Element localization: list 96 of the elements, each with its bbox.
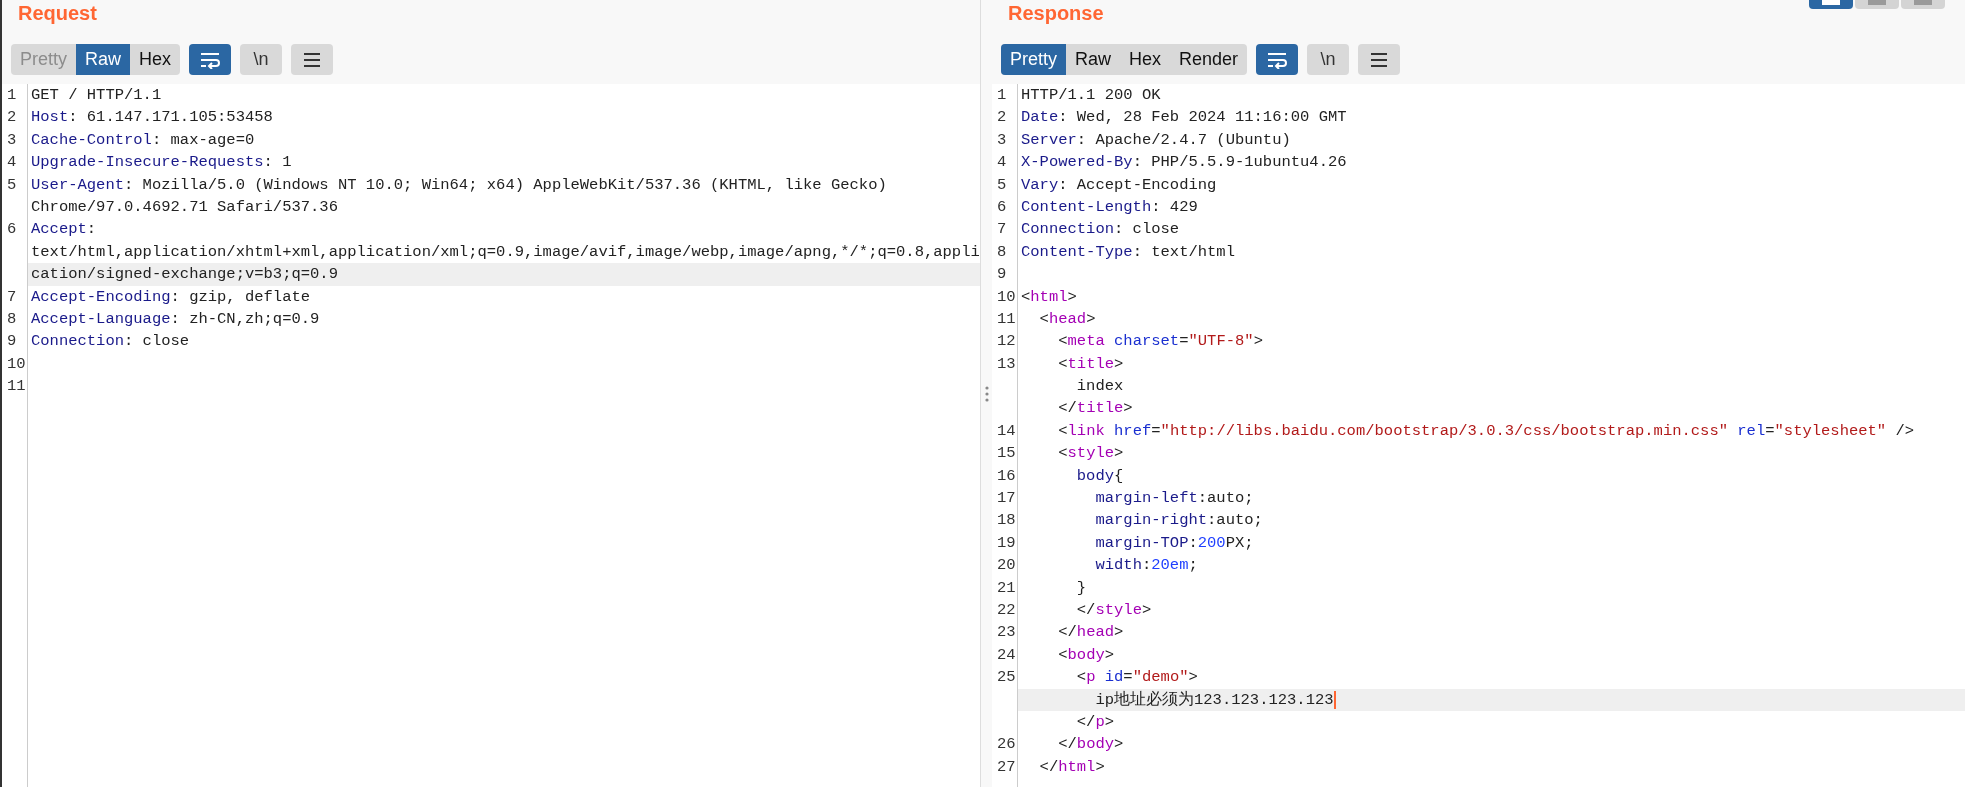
line-number: 18: [997, 510, 1017, 532]
code-line: index: [1075, 376, 1124, 398]
line-number: 8: [997, 241, 1008, 263]
code-line: </body>: [1057, 734, 1124, 756]
line-number: 27: [997, 756, 1017, 778]
code-line: Accept-Language: zh-CN,zh;q=0.9: [31, 308, 320, 330]
code-line: </p>: [1075, 711, 1115, 733]
line-number: 1: [997, 85, 1008, 106]
line-number: 2: [997, 107, 1008, 129]
code-line: Chrome/97.0.4692.71 Safari/537.36: [31, 196, 338, 218]
newline-button[interactable]: \n: [1307, 44, 1350, 75]
code-line: <body>: [1057, 644, 1115, 666]
code-line: <title>: [1057, 353, 1124, 375]
line-number: 6: [997, 196, 1008, 218]
panel-title: Request: [17, 1, 98, 26]
line-number: 9: [7, 331, 18, 353]
line-number: 7: [997, 219, 1008, 241]
code-line: Connection: close: [31, 331, 190, 353]
code-line: }: [1075, 577, 1087, 599]
line-number: 10: [7, 353, 27, 375]
line-number: 21: [997, 577, 1017, 599]
line-number: 13: [997, 353, 1017, 375]
line-number: 6: [7, 219, 18, 241]
code-line: Host: 61.147.171.105:53458: [31, 107, 273, 129]
code-line: User-Agent: Mozilla/5.0 (Windows NT 10.0; Win64; x64) AppleWebKit/537.36 (KHTML, like Gecko): [31, 174, 887, 196]
code-line: Server: Apache/2.4.7 (Ubuntu): [1021, 129, 1291, 151]
view-tab[interactable]: Hex: [130, 44, 181, 75]
line-number: 5: [7, 174, 18, 196]
code-line: <meta charset="UTF-8">: [1057, 331, 1263, 353]
code-line: Content-Length: 429: [1021, 196, 1198, 218]
code-line: width:20em;: [1094, 555, 1198, 577]
code-line: body{: [1075, 465, 1124, 487]
code-line: <head>: [1038, 308, 1096, 330]
line-number: 2: [7, 107, 18, 129]
code-line: <p id="demo">: [1075, 667, 1198, 689]
line-number: 8: [7, 308, 18, 330]
drag-handle-icon[interactable]: [984, 385, 989, 402]
code-line: ip地址必须为123.123.123.123: [1094, 689, 1334, 711]
code-line: GET / HTTP/1.1: [31, 85, 162, 106]
line-number: 3: [997, 129, 1008, 151]
line-number: 4: [7, 152, 18, 174]
code-line: </head>: [1057, 622, 1124, 644]
line-number: 15: [997, 443, 1017, 465]
view-tab[interactable]: Pretty: [1001, 44, 1066, 75]
code-line: </style>: [1075, 600, 1152, 621]
menu-button[interactable]: [291, 44, 334, 75]
line-number: 19: [997, 532, 1017, 554]
newline-button[interactable]: \n: [240, 44, 283, 75]
line-number: 3: [7, 129, 18, 151]
code-line: margin-TOP:200PX;: [1094, 532, 1254, 554]
layout-button[interactable]: [1809, 0, 1853, 9]
code-line: Connection: close: [1021, 219, 1180, 241]
line-number: 7: [7, 286, 18, 308]
line-number: 1: [7, 85, 18, 106]
line-number: 9: [997, 264, 1008, 286]
line-number: 17: [997, 488, 1017, 510]
code-line: <link href="http://libs.baidu.com/bootstrap/3.0.3/css/bootstrap.min.css" rel="stylesheet" />: [1057, 420, 1915, 442]
panel-title: Response: [1007, 1, 1105, 26]
code-line: margin-right:auto;: [1094, 510, 1263, 532]
line-number: 24: [997, 644, 1017, 666]
code-line: </html>: [1038, 756, 1105, 778]
line-number: 26: [997, 734, 1017, 756]
code-line: HTTP/1.1 200 OK: [1021, 85, 1161, 106]
view-tab[interactable]: Raw: [1066, 44, 1121, 75]
code-line: Vary: Accept-Encoding: [1021, 174, 1217, 196]
code-line: X-Powered-By: PHP/5.5.9-1ubuntu4.26: [1021, 152, 1347, 174]
code-line: Content-Type: text/html: [1021, 241, 1235, 263]
code-line: margin-left:auto;: [1094, 488, 1254, 510]
line-number: 23: [997, 622, 1017, 644]
line-number: 10: [997, 286, 1017, 308]
code-line: Cache-Control: max-age=0: [31, 129, 255, 151]
menu-button[interactable]: [1358, 44, 1401, 75]
view-tab[interactable]: Render: [1170, 44, 1248, 75]
code-line: Accept:: [31, 219, 97, 241]
code-line: <style>: [1057, 443, 1124, 465]
line-number: 12: [997, 331, 1017, 353]
code-line: </title>: [1057, 398, 1133, 420]
wrap-button[interactable]: [189, 44, 232, 75]
wrap-button[interactable]: [1256, 44, 1299, 75]
code-line: <html>: [1021, 286, 1077, 308]
code-line: text/html,application/xhtml+xml,application/xml;q=0.9,image/avif,image/webp,image/apng,*/*;q=0.8,appli: [31, 241, 980, 263]
line-number: 14: [997, 420, 1017, 442]
code-line: Accept-Encoding: gzip, deflate: [31, 286, 311, 308]
line-number: 11: [7, 376, 27, 398]
view-tab[interactable]: Raw: [76, 44, 131, 75]
line-number: 22: [997, 600, 1017, 621]
line-number: 20: [997, 555, 1017, 577]
line-number: 4: [997, 152, 1008, 174]
code-line: Upgrade-Insecure-Requests: 1: [31, 152, 292, 174]
code-line: Date: Wed, 28 Feb 2024 11:16:00 GMT: [1021, 107, 1347, 129]
view-tab[interactable]: Hex: [1120, 44, 1171, 75]
line-number: 11: [997, 308, 1017, 330]
code-line: cation/signed-exchange;v=b3;q=0.9: [31, 264, 338, 286]
line-number: 5: [997, 174, 1008, 196]
line-number: 16: [997, 465, 1017, 487]
line-number: 25: [997, 667, 1017, 689]
